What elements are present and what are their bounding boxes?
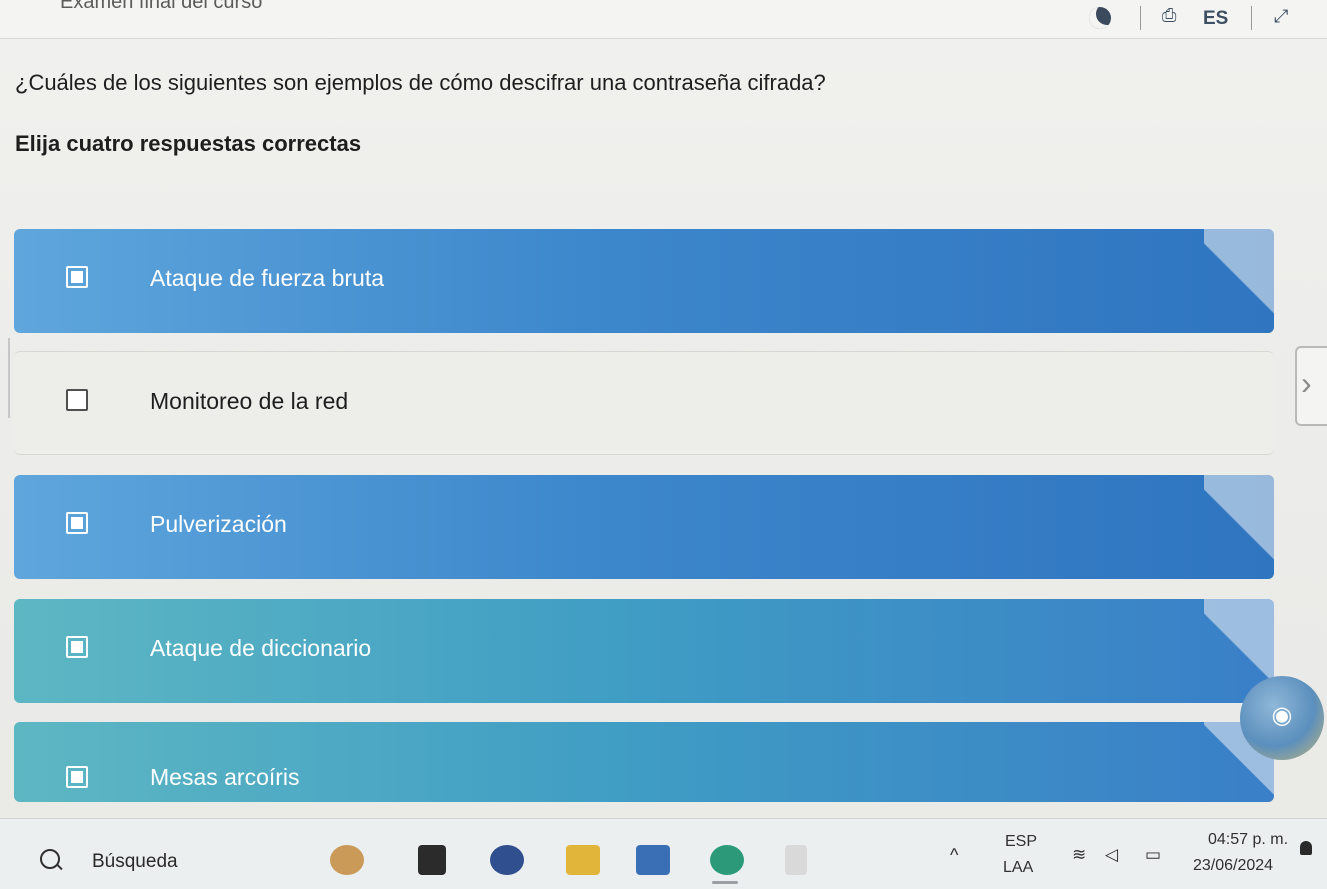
dark-mode-moon-icon[interactable]: [1089, 7, 1111, 29]
clock-time[interactable]: 04:57 p. m.: [1208, 831, 1288, 849]
wifi-icon[interactable]: ≋: [1072, 845, 1086, 865]
mail-icon[interactable]: [636, 845, 670, 875]
answer-option-5[interactable]: Mesas arcoíris: [14, 722, 1274, 802]
chat-assistant-icon[interactable]: ◉: [1240, 676, 1324, 760]
answer-option-label: Pulverización: [150, 511, 287, 537]
exam-header: Examen final del curso ⎙ ES ⤢: [0, 0, 1327, 39]
clock-date[interactable]: 23/06/2024: [1193, 857, 1273, 875]
task-view-icon[interactable]: [418, 845, 446, 875]
answer-option-label: Ataque de fuerza bruta: [150, 265, 384, 291]
taskbar-search-label[interactable]: Búsqueda: [92, 851, 178, 873]
divider: [1251, 6, 1252, 30]
search-icon[interactable]: [40, 849, 60, 869]
active-app-indicator: [712, 881, 738, 884]
widgets-icon[interactable]: [330, 845, 364, 875]
answer-option-1[interactable]: Ataque de fuerza bruta: [14, 229, 1274, 333]
answer-option-label: Mesas arcoíris: [150, 764, 300, 790]
answer-option-2[interactable]: Monitoreo de la red: [14, 351, 1274, 455]
battery-icon[interactable]: ▭: [1145, 845, 1161, 865]
tray-keyboard-layout[interactable]: LAA: [1003, 859, 1033, 877]
exam-title: Examen final del curso: [60, 0, 263, 13]
checkbox-checked-icon[interactable]: [66, 512, 88, 534]
answer-option-3[interactable]: Pulverización: [14, 475, 1274, 579]
chat-app-icon[interactable]: [490, 845, 524, 875]
checkbox-checked-icon[interactable]: [66, 266, 88, 288]
tray-chevron-icon[interactable]: ^: [950, 845, 958, 866]
checkbox-checked-icon[interactable]: [66, 636, 88, 658]
next-button[interactable]: ›: [1295, 346, 1327, 426]
notification-bell-icon[interactable]: [1300, 841, 1312, 855]
answer-option-4[interactable]: Ataque de diccionario: [14, 599, 1274, 703]
edge-browser-icon[interactable]: [710, 845, 744, 875]
volume-icon[interactable]: ◁: [1105, 845, 1118, 865]
expand-icon[interactable]: ⤢: [1274, 6, 1288, 27]
snipping-tool-icon[interactable]: [785, 845, 807, 875]
language-selector[interactable]: ES: [1203, 8, 1228, 30]
answer-option-label: Monitoreo de la red: [150, 388, 349, 414]
file-explorer-icon[interactable]: [566, 845, 600, 875]
tray-language[interactable]: ESP: [1005, 833, 1037, 851]
previous-panel-edge: [0, 338, 10, 418]
checkbox-unchecked-icon[interactable]: [66, 389, 88, 411]
question-instruction: Elija cuatro respuestas correctas: [15, 131, 362, 156]
answer-option-label: Ataque de diccionario: [150, 635, 372, 661]
divider: [1140, 6, 1141, 30]
question-text: ¿Cuáles de los siguientes son ejemplos d…: [15, 70, 826, 95]
taskbar: Búsqueda ^ ESP LAA ≋ ◁ ▭ 04:57 p. m. 23/…: [0, 818, 1327, 889]
translate-icon[interactable]: ⎙: [1162, 5, 1176, 26]
checkbox-checked-icon[interactable]: [66, 766, 88, 788]
